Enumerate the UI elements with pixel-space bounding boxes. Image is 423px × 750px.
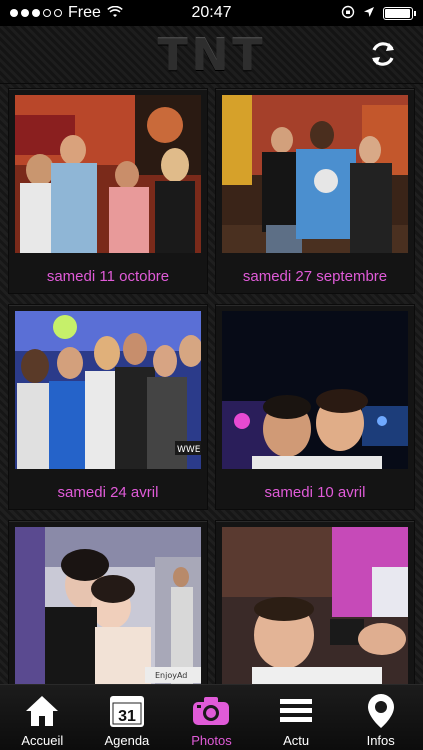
- clock: 20:47: [191, 4, 232, 21]
- refresh-button[interactable]: [365, 36, 401, 72]
- album-photo: [222, 311, 408, 469]
- location-pin-icon: [361, 692, 401, 730]
- album-date: samedi 11 octobre: [46, 268, 170, 285]
- album-photo: [222, 95, 408, 253]
- tab-bar: Accueil 31 Agenda Photos Actu Infos: [0, 684, 423, 750]
- app-header: TNT: [0, 26, 423, 84]
- album-date: samedi 27 septembre: [242, 268, 388, 285]
- album-card[interactable]: samedi 27 septembre: [215, 88, 415, 294]
- status-bar: Free 20:47: [0, 0, 423, 26]
- album-photo: [222, 527, 408, 684]
- album-card[interactable]: EnjoyAd: [8, 520, 208, 684]
- app-logo: TNT: [157, 30, 267, 81]
- tab-infos[interactable]: Infos: [338, 685, 423, 750]
- album-card[interactable]: WWEMO samedi 24 avril: [8, 304, 208, 510]
- album-date: samedi 24 avril: [57, 484, 159, 501]
- photo-album-grid[interactable]: samedi 11 octobre samedi 27 septembre WW…: [0, 84, 423, 684]
- camera-icon: [191, 692, 231, 730]
- refresh-icon: [372, 42, 394, 66]
- album-photo: [15, 95, 201, 253]
- calendar-icon: 31: [107, 692, 147, 730]
- album-photo: EnjoyAd: [15, 527, 201, 684]
- album-card[interactable]: samedi 10 avril: [215, 304, 415, 510]
- album-card[interactable]: samedi 11 octobre: [8, 88, 208, 294]
- tab-label: Agenda: [104, 733, 150, 748]
- tab-label: Accueil: [21, 733, 64, 748]
- photo-watermark: EnjoyAd: [155, 671, 187, 680]
- calendar-day: 31: [118, 708, 136, 725]
- tab-agenda[interactable]: 31 Agenda: [85, 685, 170, 750]
- battery-icon: [383, 6, 416, 20]
- tab-actu[interactable]: Actu: [254, 685, 339, 750]
- tab-label: Infos: [366, 733, 395, 748]
- home-icon: [22, 692, 62, 730]
- album-photo: WWEMO: [15, 311, 201, 469]
- album-date: samedi 10 avril: [264, 484, 366, 501]
- tab-label: Photos: [191, 733, 232, 748]
- photo-watermark: WWEMO: [177, 445, 201, 455]
- menu-lines-icon: [276, 692, 316, 730]
- tab-label: Actu: [283, 733, 310, 748]
- album-card[interactable]: [215, 520, 415, 684]
- tab-accueil[interactable]: Accueil: [0, 685, 85, 750]
- tab-photos[interactable]: Photos: [169, 685, 254, 750]
